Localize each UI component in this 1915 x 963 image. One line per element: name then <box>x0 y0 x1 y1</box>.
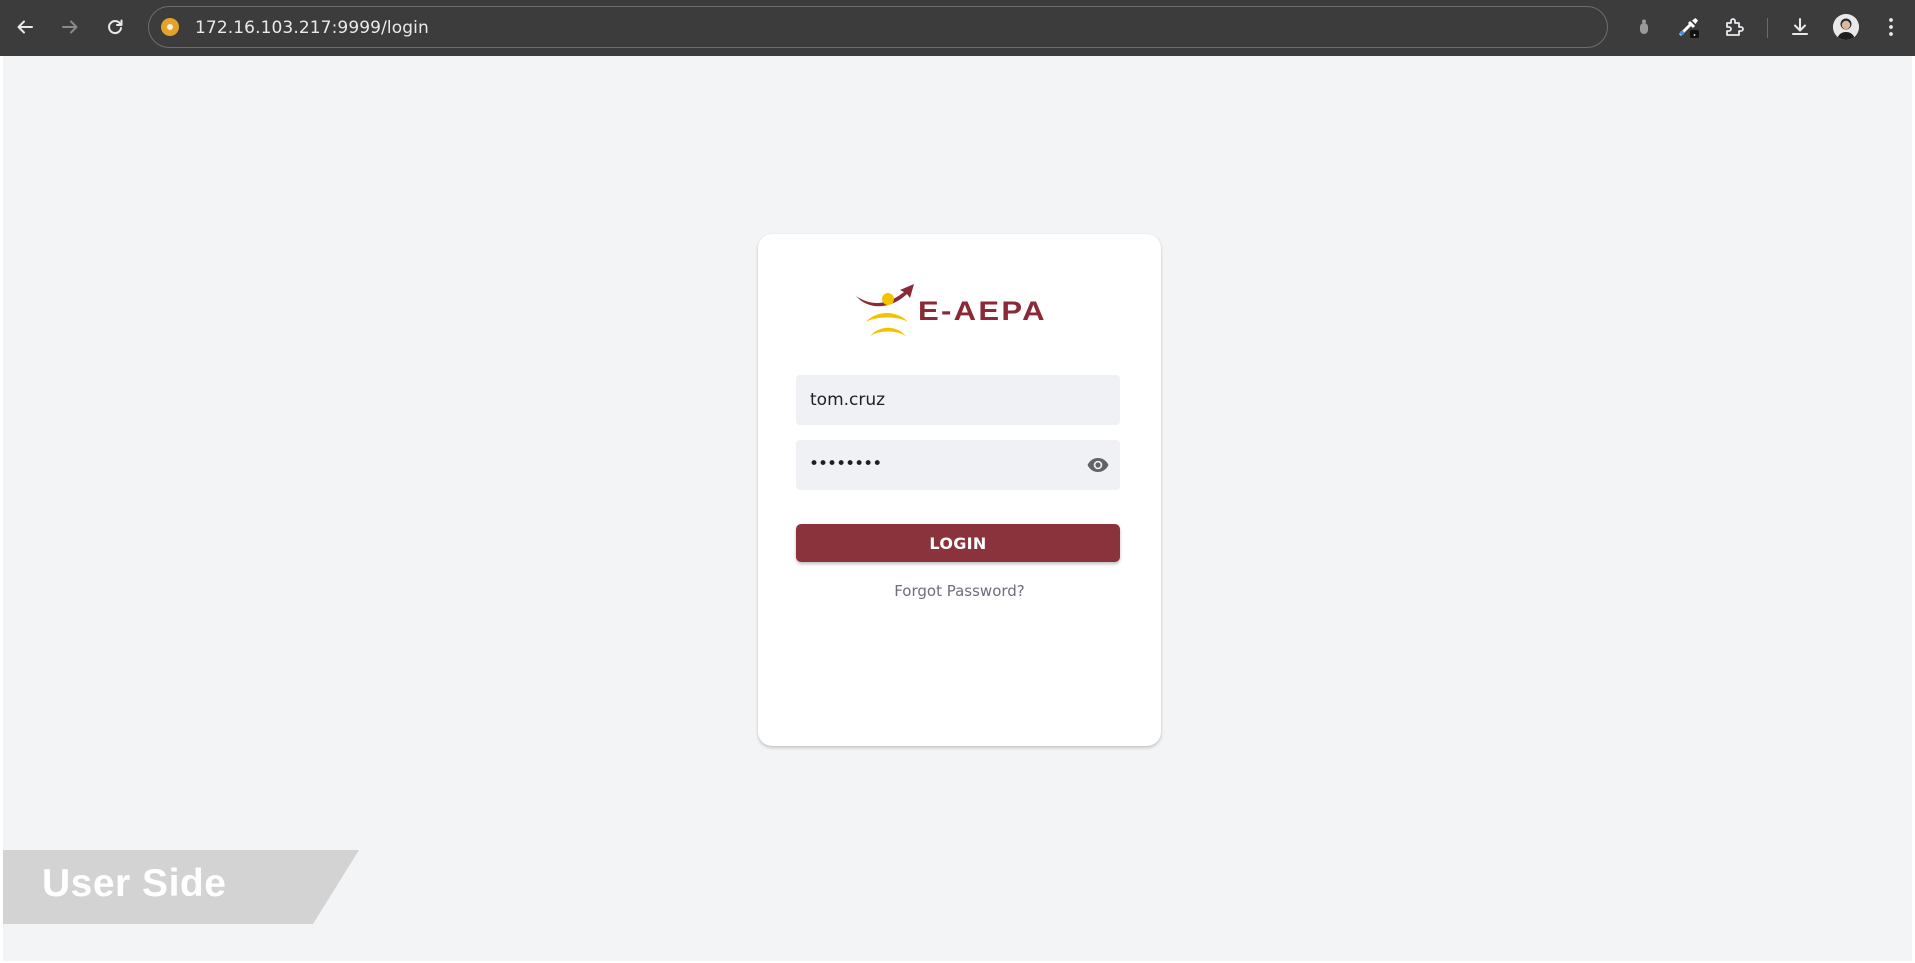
reload-button[interactable] <box>100 12 130 42</box>
back-button[interactable] <box>10 12 40 42</box>
more-menu-icon <box>1889 18 1893 36</box>
screen: 172.16.103.217:9999/login E-AEPA tom.cru… <box>0 0 1915 963</box>
back-arrow-icon <box>17 20 33 34</box>
forward-button[interactable] <box>55 12 85 42</box>
address-bar[interactable]: 172.16.103.217:9999/login <box>148 6 1608 48</box>
page-background: E-AEPA •••••••• LOGIN Forgot Password? <box>3 56 1912 961</box>
site-info-icon[interactable] <box>161 18 179 36</box>
extensions-puzzle-icon <box>1726 18 1744 36</box>
password-input[interactable] <box>796 440 1120 490</box>
download-icon <box>1792 18 1808 35</box>
eye-icon[interactable] <box>1086 453 1110 477</box>
toolbar-separator <box>1767 18 1768 38</box>
login-card: E-AEPA •••••••• LOGIN Forgot Password? <box>758 234 1161 746</box>
browser-toolbar: 172.16.103.217:9999/login <box>0 0 1915 56</box>
logo-figure-icon <box>856 284 914 336</box>
media-indicator[interactable] <box>1629 12 1659 42</box>
forward-arrow-icon <box>62 20 78 34</box>
user-side-label: User Side <box>42 862 227 905</box>
forgot-password-link[interactable]: Forgot Password? <box>758 582 1161 600</box>
brand-name: E-AEPA <box>918 296 1047 326</box>
eyedropper-extension-icon <box>1679 18 1699 38</box>
url-text[interactable]: 172.16.103.217:9999/login <box>195 18 429 38</box>
username-input[interactable] <box>796 375 1120 425</box>
eyedropper-extension-button[interactable] <box>1674 12 1704 42</box>
username-field[interactable] <box>796 375 1120 425</box>
password-field[interactable]: •••••••• <box>796 440 1120 490</box>
reload-icon <box>108 19 123 35</box>
profile-avatar-icon[interactable] <box>1833 14 1859 40</box>
user-side-banner: User Side <box>3 850 363 924</box>
media-indicator-icon <box>1640 19 1648 34</box>
downloads-button[interactable] <box>1785 12 1815 42</box>
more-menu-button[interactable] <box>1876 12 1906 42</box>
extensions-button[interactable] <box>1719 12 1749 42</box>
brand-logo: E-AEPA <box>854 282 1068 340</box>
login-button[interactable]: LOGIN <box>796 524 1120 562</box>
